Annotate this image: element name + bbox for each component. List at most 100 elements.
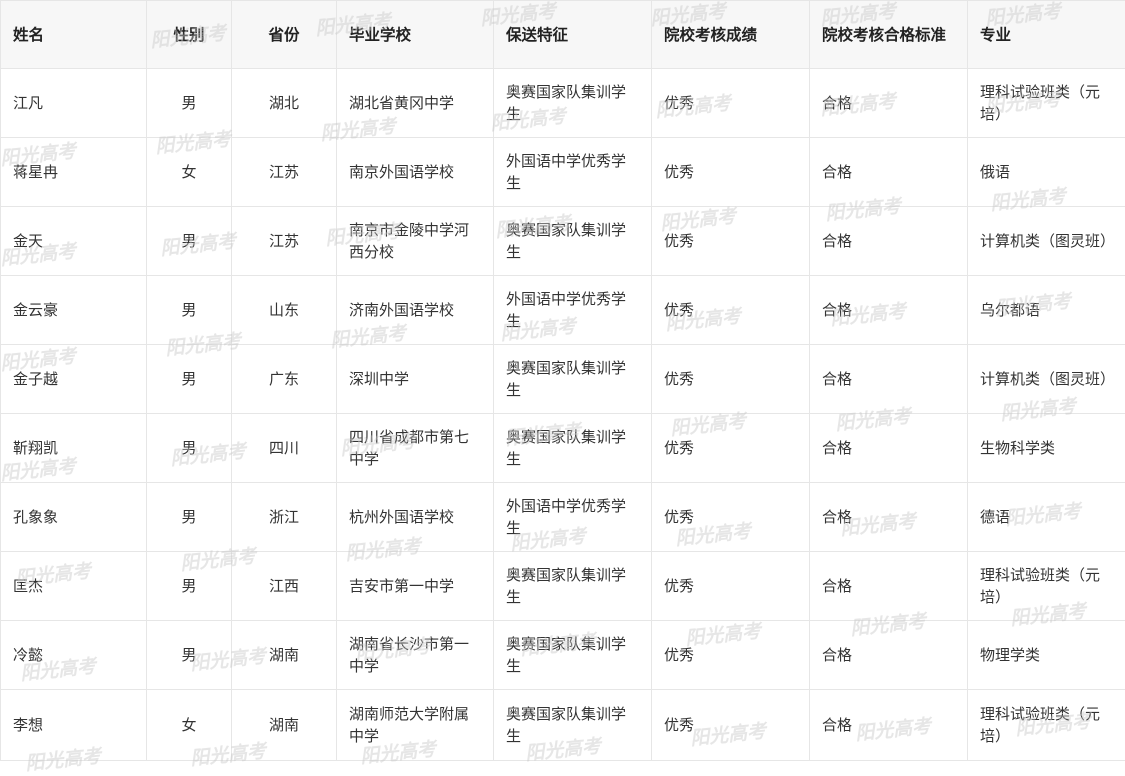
table-row: 金天男江苏南京市金陵中学河西分校奥赛国家队集训学生优秀合格计算机类（图灵班） (1, 207, 1125, 276)
cell-score: 优秀 (652, 138, 810, 207)
header-gender: 性别 (147, 1, 232, 69)
cell-province: 山东 (232, 276, 337, 345)
cell-name: 金云豪 (1, 276, 147, 345)
cell-score: 优秀 (652, 345, 810, 414)
table-row: 冷懿男湖南湖南省长沙市第一中学奥赛国家队集训学生优秀合格物理学类 (1, 621, 1125, 690)
cell-score: 优秀 (652, 276, 810, 345)
cell-school: 济南外国语学校 (337, 276, 494, 345)
cell-name: 孔象象 (1, 483, 147, 552)
table-row: 孔象象男浙江杭州外国语学校外国语中学优秀学生优秀合格德语 (1, 483, 1125, 552)
cell-gender: 男 (147, 621, 232, 690)
cell-feature: 外国语中学优秀学生 (494, 138, 652, 207)
header-standard: 院校考核合格标准 (810, 1, 968, 69)
cell-province: 湖南 (232, 690, 337, 761)
table-row: 李想女湖南湖南师范大学附属中学奥赛国家队集训学生优秀合格理科试验班类（元培） (1, 690, 1125, 761)
cell-standard: 合格 (810, 207, 968, 276)
cell-major: 理科试验班类（元培） (968, 690, 1125, 761)
cell-gender: 男 (147, 207, 232, 276)
cell-school: 杭州外国语学校 (337, 483, 494, 552)
cell-feature: 奥赛国家队集训学生 (494, 207, 652, 276)
cell-major: 生物科学类 (968, 414, 1125, 483)
cell-name: 冷懿 (1, 621, 147, 690)
cell-school: 南京外国语学校 (337, 138, 494, 207)
cell-province: 浙江 (232, 483, 337, 552)
cell-province: 湖北 (232, 69, 337, 138)
table-row: 匡杰男江西吉安市第一中学奥赛国家队集训学生优秀合格理科试验班类（元培） (1, 552, 1125, 621)
cell-major: 理科试验班类（元培） (968, 552, 1125, 621)
cell-major: 德语 (968, 483, 1125, 552)
table-row: 金子越男广东深圳中学奥赛国家队集训学生优秀合格计算机类（图灵班） (1, 345, 1125, 414)
cell-province: 江西 (232, 552, 337, 621)
cell-gender: 男 (147, 552, 232, 621)
cell-major: 计算机类（图灵班） (968, 345, 1125, 414)
cell-standard: 合格 (810, 621, 968, 690)
cell-name: 金子越 (1, 345, 147, 414)
cell-feature: 奥赛国家队集训学生 (494, 552, 652, 621)
cell-major: 乌尔都语 (968, 276, 1125, 345)
cell-standard: 合格 (810, 276, 968, 345)
admission-table: 姓名 性别 省份 毕业学校 保送特征 院校考核成绩 院校考核合格标准 专业 江凡… (0, 0, 1125, 761)
cell-province: 江苏 (232, 138, 337, 207)
table-row: 靳翔凯男四川四川省成都市第七中学奥赛国家队集训学生优秀合格生物科学类 (1, 414, 1125, 483)
cell-gender: 女 (147, 690, 232, 761)
header-province: 省份 (232, 1, 337, 69)
cell-score: 优秀 (652, 690, 810, 761)
cell-feature: 奥赛国家队集训学生 (494, 69, 652, 138)
cell-name: 靳翔凯 (1, 414, 147, 483)
header-score: 院校考核成绩 (652, 1, 810, 69)
cell-school: 深圳中学 (337, 345, 494, 414)
table-row: 蒋星冉女江苏南京外国语学校外国语中学优秀学生优秀合格俄语 (1, 138, 1125, 207)
cell-major: 理科试验班类（元培） (968, 69, 1125, 138)
cell-major: 俄语 (968, 138, 1125, 207)
cell-province: 湖南 (232, 621, 337, 690)
cell-standard: 合格 (810, 414, 968, 483)
cell-score: 优秀 (652, 69, 810, 138)
cell-score: 优秀 (652, 414, 810, 483)
cell-feature: 奥赛国家队集训学生 (494, 621, 652, 690)
cell-province: 江苏 (232, 207, 337, 276)
cell-feature: 外国语中学优秀学生 (494, 276, 652, 345)
cell-school: 湖南省长沙市第一中学 (337, 621, 494, 690)
cell-name: 蒋星冉 (1, 138, 147, 207)
header-row: 姓名 性别 省份 毕业学校 保送特征 院校考核成绩 院校考核合格标准 专业 (1, 1, 1125, 69)
cell-name: 匡杰 (1, 552, 147, 621)
cell-gender: 男 (147, 483, 232, 552)
cell-feature: 外国语中学优秀学生 (494, 483, 652, 552)
cell-standard: 合格 (810, 690, 968, 761)
cell-province: 广东 (232, 345, 337, 414)
header-school: 毕业学校 (337, 1, 494, 69)
cell-gender: 男 (147, 69, 232, 138)
cell-score: 优秀 (652, 483, 810, 552)
cell-gender: 男 (147, 276, 232, 345)
table-row: 江凡男湖北湖北省黄冈中学奥赛国家队集训学生优秀合格理科试验班类（元培） (1, 69, 1125, 138)
cell-major: 物理学类 (968, 621, 1125, 690)
cell-score: 优秀 (652, 621, 810, 690)
cell-feature: 奥赛国家队集训学生 (494, 345, 652, 414)
cell-major: 计算机类（图灵班） (968, 207, 1125, 276)
cell-school: 湖北省黄冈中学 (337, 69, 494, 138)
cell-score: 优秀 (652, 552, 810, 621)
cell-gender: 女 (147, 138, 232, 207)
cell-school: 南京市金陵中学河西分校 (337, 207, 494, 276)
cell-province: 四川 (232, 414, 337, 483)
cell-gender: 男 (147, 345, 232, 414)
table-row: 金云豪男山东济南外国语学校外国语中学优秀学生优秀合格乌尔都语 (1, 276, 1125, 345)
header-feature: 保送特征 (494, 1, 652, 69)
cell-standard: 合格 (810, 345, 968, 414)
cell-school: 四川省成都市第七中学 (337, 414, 494, 483)
cell-name: 李想 (1, 690, 147, 761)
cell-standard: 合格 (810, 138, 968, 207)
header-major: 专业 (968, 1, 1125, 69)
cell-school: 吉安市第一中学 (337, 552, 494, 621)
cell-gender: 男 (147, 414, 232, 483)
cell-score: 优秀 (652, 207, 810, 276)
cell-standard: 合格 (810, 483, 968, 552)
header-name: 姓名 (1, 1, 147, 69)
cell-standard: 合格 (810, 69, 968, 138)
cell-feature: 奥赛国家队集训学生 (494, 414, 652, 483)
cell-name: 金天 (1, 207, 147, 276)
cell-feature: 奥赛国家队集训学生 (494, 690, 652, 761)
cell-school: 湖南师范大学附属中学 (337, 690, 494, 761)
cell-name: 江凡 (1, 69, 147, 138)
cell-standard: 合格 (810, 552, 968, 621)
